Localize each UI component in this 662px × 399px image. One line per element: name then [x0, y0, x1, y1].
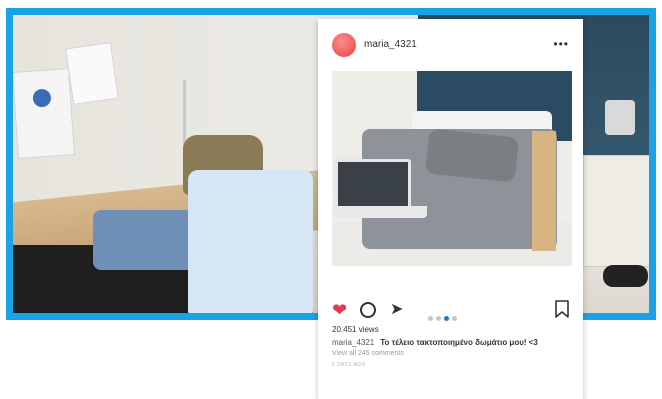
carousel-indicator — [428, 308, 460, 326]
heart-icon[interactable]: ❤ — [332, 300, 347, 320]
comment-icon[interactable] — [360, 302, 376, 318]
post-header: maria_4321 ••• — [332, 33, 569, 59]
photo-shirt — [188, 170, 313, 313]
photo-shoes — [603, 265, 648, 287]
view-count: 20.451 views — [332, 325, 379, 334]
carousel-dot — [428, 316, 433, 321]
post-username[interactable]: maria_4321 — [364, 39, 417, 50]
caption-text: Το τέλειο τακτοποιημένο δωμάτιο μου! <3 — [380, 338, 538, 347]
caption-username[interactable]: maria_4321 — [332, 338, 374, 347]
photo-bedside-lamp — [605, 100, 635, 135]
photo-jeans — [93, 210, 203, 270]
send-icon[interactable]: ➤ — [390, 300, 403, 320]
post-card: maria_4321 ••• ❤ ➤ 20.451 views maria_43… — [318, 19, 583, 399]
post-actions: ❤ ➤ — [332, 300, 569, 322]
carousel-dot-active — [444, 316, 449, 321]
post-image[interactable] — [332, 71, 572, 266]
view-comments-link[interactable]: View all 245 comments — [332, 350, 404, 357]
carousel-dot — [452, 316, 457, 321]
photo-poster — [13, 68, 75, 159]
poster-dot — [32, 88, 52, 108]
photo-note — [65, 42, 119, 105]
post-caption: maria_4321 Το τέλειο τακτοποιημένο δωμάτι… — [332, 338, 538, 347]
carousel-dot — [436, 316, 441, 321]
avatar[interactable] — [332, 33, 356, 57]
post-photo-bed-frame — [532, 131, 556, 251]
post-photo-pillow — [424, 128, 520, 183]
post-timestamp: 2 DAYS AGO — [332, 362, 366, 368]
post-photo-laptop-base — [332, 206, 427, 218]
photo-nightstand — [583, 155, 649, 267]
bookmark-icon[interactable] — [555, 300, 569, 318]
more-icon[interactable]: ••• — [553, 38, 569, 50]
post-photo-laptop-screen — [335, 159, 411, 209]
